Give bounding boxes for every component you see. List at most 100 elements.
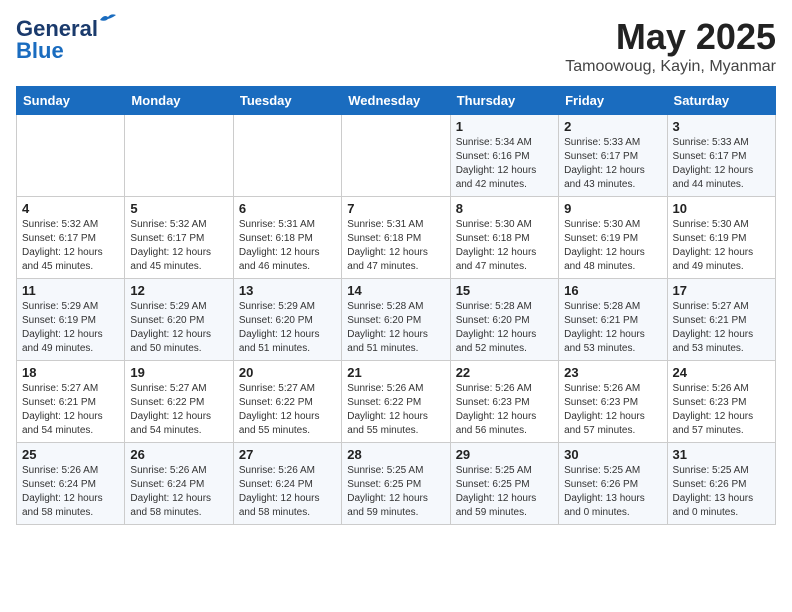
calendar-cell: 19 Sunrise: 5:27 AM Sunset: 6:22 PM Dayli… [125, 361, 233, 443]
calendar-week-row: 11 Sunrise: 5:29 AM Sunset: 6:19 PM Dayli… [17, 279, 776, 361]
day-number: 2 [564, 119, 661, 134]
calendar-week-row: 4 Sunrise: 5:32 AM Sunset: 6:17 PM Daylig… [17, 197, 776, 279]
day-number: 18 [22, 365, 119, 380]
day-number: 10 [673, 201, 770, 216]
calendar-cell: 1 Sunrise: 5:34 AM Sunset: 6:16 PM Daylig… [450, 115, 558, 197]
day-content: Sunrise: 5:26 AM Sunset: 6:23 PM Dayligh… [456, 382, 553, 438]
day-number: 17 [673, 283, 770, 298]
calendar-cell: 13 Sunrise: 5:29 AM Sunset: 6:20 PM Dayli… [233, 279, 341, 361]
calendar-cell: 3 Sunrise: 5:33 AM Sunset: 6:17 PM Daylig… [667, 115, 775, 197]
calendar-cell: 23 Sunrise: 5:26 AM Sunset: 6:23 PM Dayli… [559, 361, 667, 443]
day-number: 27 [239, 447, 336, 462]
day-content: Sunrise: 5:33 AM Sunset: 6:17 PM Dayligh… [673, 136, 770, 192]
calendar-cell: 15Sunrise: 5:28 AM Sunset: 6:20 PM Dayli… [450, 279, 558, 361]
calendar-cell: 6 Sunrise: 5:31 AM Sunset: 6:18 PM Daylig… [233, 197, 341, 279]
calendar-cell: 17 Sunrise: 5:27 AM Sunset: 6:21 PM Dayli… [667, 279, 775, 361]
col-header-saturday: Saturday [667, 87, 775, 115]
calendar-cell: 29 Sunrise: 5:25 AM Sunset: 6:25 PM Dayli… [450, 443, 558, 525]
day-number: 7 [347, 201, 444, 216]
day-number: 8 [456, 201, 553, 216]
calendar-cell: 18 Sunrise: 5:27 AM Sunset: 6:21 PM Dayli… [17, 361, 125, 443]
day-number: 14 [347, 283, 444, 298]
day-number: 1 [456, 119, 553, 134]
day-number: 13 [239, 283, 336, 298]
day-content: Sunrise: 5:27 AM Sunset: 6:22 PM Dayligh… [130, 382, 227, 438]
day-content: Sunrise: 5:26 AM Sunset: 6:23 PM Dayligh… [564, 382, 661, 438]
day-content: Sunrise: 5:30 AM Sunset: 6:19 PM Dayligh… [673, 218, 770, 274]
day-content: Sunrise: 5:28 AM Sunset: 6:21 PM Dayligh… [564, 300, 661, 356]
day-content: Sunrise: 5:25 AM Sunset: 6:26 PM Dayligh… [564, 464, 661, 520]
day-content: Sunrise: 5:30 AM Sunset: 6:19 PM Dayligh… [564, 218, 661, 274]
day-number: 28 [347, 447, 444, 462]
calendar-cell: 28Sunrise: 5:25 AM Sunset: 6:25 PM Dayli… [342, 443, 450, 525]
col-header-tuesday: Tuesday [233, 87, 341, 115]
calendar-header-row: SundayMondayTuesdayWednesdayThursdayFrid… [17, 87, 776, 115]
day-number: 11 [22, 283, 119, 298]
calendar-cell [233, 115, 341, 197]
logo-general: General [16, 16, 98, 41]
location-subtitle: Tamoowoug, Kayin, Myanmar [565, 58, 776, 76]
day-number: 12 [130, 283, 227, 298]
calendar-cell: 21 Sunrise: 5:26 AM Sunset: 6:22 PM Dayli… [342, 361, 450, 443]
day-number: 15 [456, 283, 553, 298]
day-number: 6 [239, 201, 336, 216]
day-number: 5 [130, 201, 227, 216]
calendar-cell: 8 Sunrise: 5:30 AM Sunset: 6:18 PM Daylig… [450, 197, 558, 279]
day-content: Sunrise: 5:34 AM Sunset: 6:16 PM Dayligh… [456, 136, 553, 192]
day-content: Sunrise: 5:30 AM Sunset: 6:18 PM Dayligh… [456, 218, 553, 274]
day-content: Sunrise: 5:31 AM Sunset: 6:18 PM Dayligh… [239, 218, 336, 274]
day-number: 21 [347, 365, 444, 380]
day-number: 16 [564, 283, 661, 298]
day-number: 25 [22, 447, 119, 462]
day-content: Sunrise: 5:31 AM Sunset: 6:18 PM Dayligh… [347, 218, 444, 274]
calendar-cell: 12 Sunrise: 5:29 AM Sunset: 6:20 PM Dayli… [125, 279, 233, 361]
month-year-title: May 2025 [565, 16, 776, 58]
day-content: Sunrise: 5:28 AM Sunset: 6:20 PM Dayligh… [347, 300, 444, 356]
calendar-cell: 26Sunrise: 5:26 AM Sunset: 6:24 PM Dayli… [125, 443, 233, 525]
day-content: Sunrise: 5:25 AM Sunset: 6:25 PM Dayligh… [456, 464, 553, 520]
calendar-cell: 25Sunrise: 5:26 AM Sunset: 6:24 PM Dayli… [17, 443, 125, 525]
calendar-cell: 5 Sunrise: 5:32 AM Sunset: 6:17 PM Daylig… [125, 197, 233, 279]
day-content: Sunrise: 5:29 AM Sunset: 6:19 PM Dayligh… [22, 300, 119, 356]
col-header-friday: Friday [559, 87, 667, 115]
day-number: 3 [673, 119, 770, 134]
calendar-cell: 14 Sunrise: 5:28 AM Sunset: 6:20 PM Dayli… [342, 279, 450, 361]
calendar-cell: 22Sunrise: 5:26 AM Sunset: 6:23 PM Dayli… [450, 361, 558, 443]
day-content: Sunrise: 5:29 AM Sunset: 6:20 PM Dayligh… [239, 300, 336, 356]
logo: General Blue [16, 16, 98, 64]
calendar-cell: 2 Sunrise: 5:33 AM Sunset: 6:17 PM Daylig… [559, 115, 667, 197]
day-content: Sunrise: 5:26 AM Sunset: 6:23 PM Dayligh… [673, 382, 770, 438]
col-header-monday: Monday [125, 87, 233, 115]
calendar-cell [17, 115, 125, 197]
day-content: Sunrise: 5:29 AM Sunset: 6:20 PM Dayligh… [130, 300, 227, 356]
page-header: General Blue May 2025 Tamoowoug, Kayin, … [16, 16, 776, 76]
calendar-cell: 20Sunrise: 5:27 AM Sunset: 6:22 PM Dayli… [233, 361, 341, 443]
day-content: Sunrise: 5:26 AM Sunset: 6:24 PM Dayligh… [130, 464, 227, 520]
day-number: 29 [456, 447, 553, 462]
day-content: Sunrise: 5:25 AM Sunset: 6:26 PM Dayligh… [673, 464, 770, 520]
calendar-cell: 24Sunrise: 5:26 AM Sunset: 6:23 PM Dayli… [667, 361, 775, 443]
day-number: 31 [673, 447, 770, 462]
day-number: 19 [130, 365, 227, 380]
day-content: Sunrise: 5:32 AM Sunset: 6:17 PM Dayligh… [22, 218, 119, 274]
day-number: 30 [564, 447, 661, 462]
day-content: Sunrise: 5:32 AM Sunset: 6:17 PM Dayligh… [130, 218, 227, 274]
day-content: Sunrise: 5:27 AM Sunset: 6:21 PM Dayligh… [673, 300, 770, 356]
day-content: Sunrise: 5:33 AM Sunset: 6:17 PM Dayligh… [564, 136, 661, 192]
calendar-cell: 11 Sunrise: 5:29 AM Sunset: 6:19 PM Dayli… [17, 279, 125, 361]
col-header-thursday: Thursday [450, 87, 558, 115]
calendar-week-row: 18 Sunrise: 5:27 AM Sunset: 6:21 PM Dayli… [17, 361, 776, 443]
day-content: Sunrise: 5:26 AM Sunset: 6:22 PM Dayligh… [347, 382, 444, 438]
calendar-cell: 7 Sunrise: 5:31 AM Sunset: 6:18 PM Daylig… [342, 197, 450, 279]
col-header-sunday: Sunday [17, 87, 125, 115]
logo-bird-icon [98, 12, 116, 26]
day-number: 4 [22, 201, 119, 216]
calendar-cell: 9Sunrise: 5:30 AM Sunset: 6:19 PM Daylig… [559, 197, 667, 279]
calendar-cell: 16 Sunrise: 5:28 AM Sunset: 6:21 PM Dayli… [559, 279, 667, 361]
day-content: Sunrise: 5:26 AM Sunset: 6:24 PM Dayligh… [239, 464, 336, 520]
day-content: Sunrise: 5:27 AM Sunset: 6:21 PM Dayligh… [22, 382, 119, 438]
calendar-cell: 30 Sunrise: 5:25 AM Sunset: 6:26 PM Dayli… [559, 443, 667, 525]
day-content: Sunrise: 5:27 AM Sunset: 6:22 PM Dayligh… [239, 382, 336, 438]
day-number: 23 [564, 365, 661, 380]
calendar-week-row: 25 Sunrise: 5:26 AM Sunset: 6:24 PM Dayli… [17, 443, 776, 525]
